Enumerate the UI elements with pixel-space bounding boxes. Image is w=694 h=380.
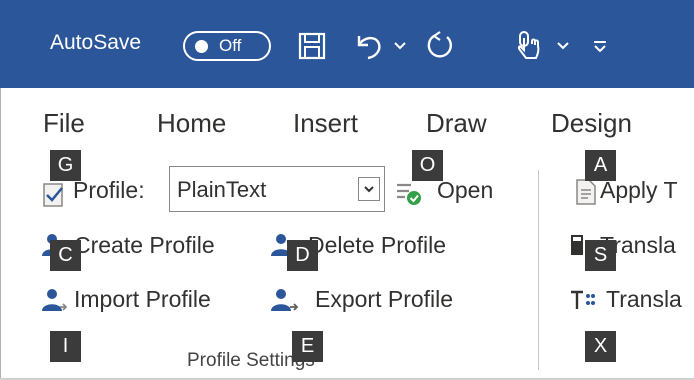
profile-value: PlainText <box>177 177 267 202</box>
delete-profile-button[interactable]: Delete Profile <box>308 232 446 259</box>
keytip-a: A <box>585 150 616 181</box>
translate-button-2[interactable]: Transla <box>606 286 682 313</box>
keytip-s: S <box>585 240 616 271</box>
autosave-state: Off <box>219 36 242 55</box>
create-profile-button[interactable]: Create Profile <box>74 232 215 259</box>
save-icon[interactable] <box>297 26 327 66</box>
chevron-down-icon[interactable] <box>358 177 380 201</box>
undo-dropdown-icon[interactable] <box>393 26 407 66</box>
keytip-c: C <box>50 240 81 271</box>
tab-insert[interactable]: Insert <box>293 108 358 139</box>
toggle-knob <box>195 40 208 53</box>
keytip-g: G <box>50 150 81 181</box>
keytip-o: O <box>412 150 443 181</box>
export-profile-icon <box>271 287 299 313</box>
keytip-x: X <box>585 331 616 362</box>
autosave-toggle[interactable]: Off <box>183 31 271 61</box>
translate-icon <box>570 233 584 257</box>
tab-draw[interactable]: Draw <box>426 108 487 139</box>
quick-access-toolbar: AutoSave Off <box>0 0 694 88</box>
import-profile-button[interactable]: Import Profile <box>74 286 211 313</box>
text-translate-icon <box>570 289 598 311</box>
window-left-border <box>0 88 1 380</box>
keytip-e: E <box>292 331 323 362</box>
touch-mode-dropdown-icon[interactable] <box>556 26 570 66</box>
touch-mode-icon[interactable] <box>514 26 544 66</box>
document-icon <box>574 178 598 206</box>
tab-home[interactable]: Home <box>157 108 226 139</box>
redo-icon[interactable] <box>423 26 457 66</box>
export-profile-button[interactable]: Export Profile <box>315 286 453 313</box>
profile-label: Profile: <box>73 177 145 203</box>
tab-design[interactable]: Design <box>551 108 632 139</box>
customize-toolbar-icon[interactable] <box>592 26 608 66</box>
apply-button[interactable]: Apply T <box>600 177 678 204</box>
keytip-i: I <box>50 331 81 362</box>
open-icon <box>395 179 423 207</box>
group-divider <box>538 170 539 370</box>
import-profile-icon <box>42 287 68 313</box>
autosave-label: AutoSave <box>50 31 142 54</box>
profile-dropdown[interactable]: PlainText <box>169 166 385 212</box>
profile-icon <box>42 180 68 208</box>
tab-file[interactable]: File <box>43 108 85 139</box>
undo-icon[interactable] <box>352 26 386 66</box>
keytip-d: D <box>287 240 318 271</box>
open-button[interactable]: Open <box>437 177 493 204</box>
